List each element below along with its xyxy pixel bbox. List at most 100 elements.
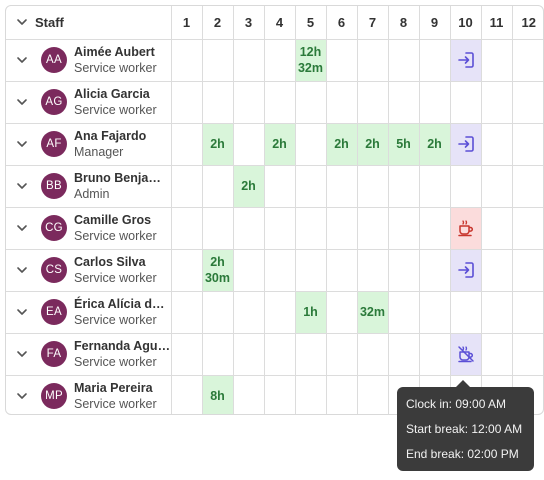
chevron-down-icon[interactable]: [15, 305, 29, 319]
chevron-down-icon[interactable]: [15, 53, 29, 67]
day-cell-1[interactable]: [171, 291, 203, 334]
day-cell-4[interactable]: [264, 333, 296, 376]
chevron-down-icon[interactable]: [15, 389, 29, 403]
day-cell-12[interactable]: [512, 165, 543, 208]
chevron-down-icon[interactable]: [15, 179, 29, 193]
day-cell-6[interactable]: [326, 375, 358, 414]
day-cell-1[interactable]: [171, 333, 203, 376]
day-cell-7[interactable]: [357, 375, 389, 414]
table-row[interactable]: FA Fernanda Aguiar Service worker: [6, 333, 543, 376]
day-cell-1[interactable]: [171, 123, 203, 166]
day-cell-8[interactable]: [388, 165, 420, 208]
day-cell-10[interactable]: [450, 81, 482, 124]
chevron-down-icon[interactable]: [15, 263, 29, 277]
day-cell-8[interactable]: [388, 291, 420, 334]
table-row[interactable]: CS Carlos Silva Service worker 2h 30m: [6, 249, 543, 292]
day-cell-7[interactable]: [357, 333, 389, 376]
table-row[interactable]: AA Aimée Aubert Service worker 12h 32m: [6, 39, 543, 82]
day-cell-8[interactable]: [388, 81, 420, 124]
chevron-down-icon[interactable]: [15, 221, 29, 235]
day-cell-4[interactable]: 2h: [264, 123, 296, 166]
day-cell-1[interactable]: [171, 39, 203, 82]
day-cell-2[interactable]: [202, 39, 234, 82]
day-cell-11[interactable]: [481, 333, 513, 376]
day-cell-11[interactable]: [481, 81, 513, 124]
coffee-break-icon[interactable]: [451, 218, 481, 238]
day-cell-9[interactable]: [419, 81, 451, 124]
day-cell-9[interactable]: [419, 333, 451, 376]
day-cell-6[interactable]: [326, 39, 358, 82]
day-cell-12[interactable]: [512, 123, 543, 166]
day-cell-5[interactable]: [295, 207, 327, 250]
day-cell-3[interactable]: [233, 333, 265, 376]
day-cell-11[interactable]: [481, 249, 513, 292]
chevron-down-icon[interactable]: [15, 137, 29, 151]
table-row[interactable]: EA Érica Alícia de… Service worker 1h 32m: [6, 291, 543, 334]
day-cell-2[interactable]: [202, 333, 234, 376]
staff-cell[interactable]: CG Camille Gros Service worker: [6, 207, 172, 250]
clock-in-icon[interactable]: [451, 50, 481, 70]
day-cell-10[interactable]: [450, 39, 482, 82]
day-cell-1[interactable]: [171, 249, 203, 292]
staff-cell[interactable]: CS Carlos Silva Service worker: [6, 249, 172, 292]
staff-column-header[interactable]: Staff: [6, 6, 172, 40]
day-cell-12[interactable]: [512, 291, 543, 334]
day-cell-6[interactable]: [326, 291, 358, 334]
day-cell-10[interactable]: [450, 249, 482, 292]
day-cell-3[interactable]: [233, 81, 265, 124]
day-cell-3[interactable]: [233, 291, 265, 334]
day-cell-12[interactable]: [512, 39, 543, 82]
day-cell-3[interactable]: [233, 207, 265, 250]
day-cell-10[interactable]: [450, 165, 482, 208]
day-cell-5[interactable]: [295, 123, 327, 166]
day-cell-6[interactable]: [326, 81, 358, 124]
day-cell-11[interactable]: [481, 165, 513, 208]
clock-in-icon[interactable]: [451, 134, 481, 154]
day-cell-4[interactable]: [264, 81, 296, 124]
day-cell-9[interactable]: [419, 291, 451, 334]
day-cell-1[interactable]: [171, 207, 203, 250]
clock-in-icon[interactable]: [451, 260, 481, 280]
day-cell-5[interactable]: [295, 165, 327, 208]
day-cell-4[interactable]: [264, 207, 296, 250]
day-cell-8[interactable]: [388, 39, 420, 82]
day-cell-5[interactable]: [295, 333, 327, 376]
day-cell-12[interactable]: [512, 81, 543, 124]
day-cell-9[interactable]: [419, 39, 451, 82]
day-cell-11[interactable]: [481, 291, 513, 334]
day-cell-7[interactable]: [357, 81, 389, 124]
chevron-down-icon[interactable]: [15, 15, 29, 29]
table-row[interactable]: BB Bruno Benjamim Admin 2h: [6, 165, 543, 208]
staff-cell[interactable]: EA Érica Alícia de… Service worker: [6, 291, 172, 334]
table-row[interactable]: CG Camille Gros Service worker: [6, 207, 543, 250]
day-cell-5[interactable]: 1h: [295, 291, 327, 334]
day-cell-5[interactable]: 12h 32m: [295, 39, 327, 82]
day-cell-5[interactable]: [295, 81, 327, 124]
day-cell-1[interactable]: [171, 165, 203, 208]
day-cell-3[interactable]: [233, 375, 265, 414]
day-cell-7[interactable]: 32m: [357, 291, 389, 334]
day-cell-2[interactable]: [202, 207, 234, 250]
staff-cell[interactable]: MP Maria Pereira Service worker: [6, 375, 172, 414]
day-cell-3[interactable]: 2h: [233, 165, 265, 208]
day-cell-9[interactable]: [419, 207, 451, 250]
staff-cell[interactable]: AF Ana Fajardo Manager: [6, 123, 172, 166]
table-row[interactable]: AF Ana Fajardo Manager 2h 2h 2h 2h 5h 2h: [6, 123, 543, 166]
day-cell-8[interactable]: [388, 249, 420, 292]
day-cell-2[interactable]: [202, 81, 234, 124]
day-cell-9[interactable]: 2h: [419, 123, 451, 166]
day-cell-8[interactable]: [388, 207, 420, 250]
day-cell-12[interactable]: [512, 333, 543, 376]
day-cell-3[interactable]: [233, 123, 265, 166]
day-cell-10[interactable]: [450, 291, 482, 334]
day-cell-2[interactable]: 2h 30m: [202, 249, 234, 292]
staff-cell[interactable]: BB Bruno Benjamim Admin: [6, 165, 172, 208]
day-cell-3[interactable]: [233, 249, 265, 292]
day-cell-1[interactable]: [171, 375, 203, 414]
day-cell-6[interactable]: 2h: [326, 123, 358, 166]
chevron-down-icon[interactable]: [15, 347, 29, 361]
day-cell-12[interactable]: [512, 249, 543, 292]
table-row[interactable]: AG Alicia Garcia Service worker: [6, 81, 543, 124]
day-cell-4[interactable]: [264, 39, 296, 82]
day-cell-10[interactable]: [450, 207, 482, 250]
